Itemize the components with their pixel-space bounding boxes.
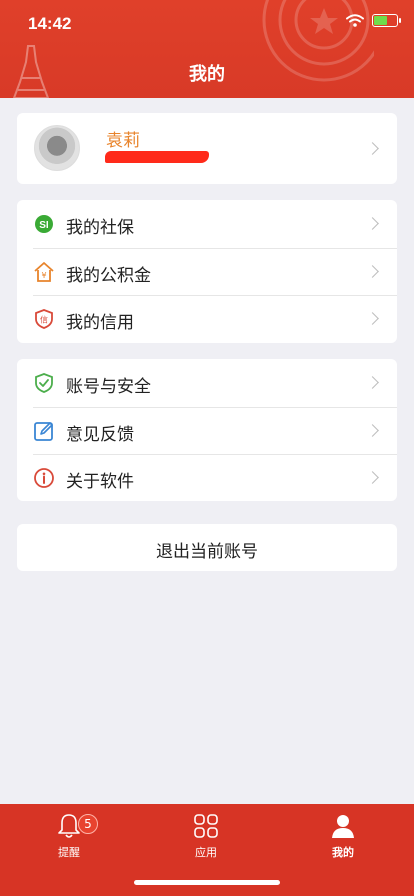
menu-group-personal: SI 我的社保 ¥ 我的公积金 信 我的信用: [17, 200, 397, 343]
chevron-right-icon: [366, 376, 379, 389]
person-icon: [332, 815, 354, 838]
chevron-right-icon: [366, 471, 379, 484]
tab-label: 提醒: [58, 846, 80, 859]
status-time: 14:42: [28, 14, 72, 33]
menu-item-social-security[interactable]: SI 我的社保: [17, 200, 397, 248]
header-bar: 14:42 我的: [0, 0, 414, 98]
chevron-right-icon: [366, 142, 379, 155]
profile-card[interactable]: 袁莉: [17, 113, 397, 184]
logout-label: 退出当前账号: [156, 542, 258, 562]
tab-apps[interactable]: 应用: [161, 812, 251, 860]
chevron-right-icon: [366, 264, 379, 278]
tab-label: 应用: [195, 846, 217, 859]
chevron-right-icon: [366, 217, 379, 230]
chevron-right-icon: [366, 312, 379, 325]
tab-mine[interactable]: 我的: [298, 812, 388, 860]
redacted-info: [105, 151, 209, 163]
menu-item-label: 关于软件: [66, 472, 134, 492]
menu-group-settings: 账号与安全 意见反馈 关于软件: [17, 359, 397, 501]
wifi-icon: [346, 14, 364, 27]
page-title: 我的: [189, 64, 225, 85]
menu-item-label: 我的信用: [66, 313, 134, 333]
chevron-right-icon: [366, 423, 379, 437]
shield-check-icon: [35, 373, 53, 393]
menu-item-label: 账号与安全: [66, 377, 151, 397]
svg-text:¥: ¥: [41, 271, 46, 280]
info-icon: [34, 468, 54, 488]
menu-item-feedback[interactable]: 意见反馈: [17, 406, 397, 455]
credit-shield-icon: 信: [35, 309, 53, 329]
tab-label: 我的: [332, 846, 354, 859]
menu-item-account-security[interactable]: 账号与安全: [17, 359, 397, 407]
menu-item-housing-fund[interactable]: ¥ 我的公积金: [17, 247, 397, 296]
menu-item-label: 意见反馈: [66, 424, 134, 445]
svg-text:信: 信: [40, 315, 48, 325]
housing-fund-icon: ¥: [34, 261, 54, 282]
menu-item-label: 我的社保: [66, 218, 134, 238]
svg-text:SI: SI: [39, 220, 49, 231]
home-indicator: [134, 880, 280, 885]
edit-icon: [34, 421, 53, 441]
status-icons: [346, 14, 401, 27]
profile-name: 袁莉: [106, 131, 140, 151]
notification-badge: 5: [78, 814, 98, 834]
menu-item-about[interactable]: 关于软件: [17, 454, 397, 502]
menu-item-credit[interactable]: 信 我的信用: [17, 295, 397, 343]
avatar[interactable]: [34, 125, 80, 171]
tab-reminder[interactable]: 5 提醒: [24, 812, 114, 860]
apps-grid-icon: [194, 814, 218, 838]
menu-item-label: 我的公积金: [66, 265, 151, 286]
battery-icon: [372, 14, 401, 27]
logout-button[interactable]: 退出当前账号: [17, 524, 397, 571]
social-security-icon: SI: [35, 215, 53, 233]
